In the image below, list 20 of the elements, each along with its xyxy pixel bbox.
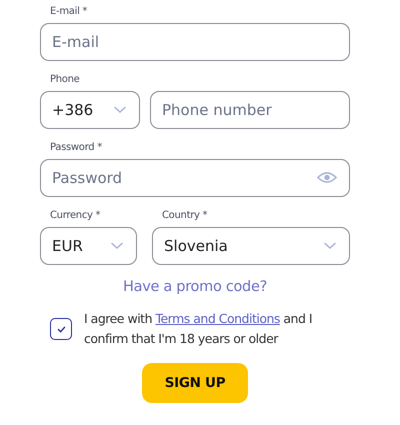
field-label: Currency * [50,209,102,223]
check-icon [56,326,66,332]
field-label: E-mail * [50,5,88,19]
field-label: Password * [50,141,103,155]
chevron-down-icon [114,106,126,114]
chevron-down-icon [324,242,336,250]
input-field[interactable]: E-mail [40,23,350,61]
agreement-text: I agree with Terms and Conditions and I confirm that I'm 18 years or older [84,310,314,348]
checkbox[interactable] [50,318,72,340]
input-field[interactable]: Phone number [150,91,350,129]
field-label: Country * [162,209,208,223]
dropdown[interactable]: +386 [40,91,140,129]
promo-code-link[interactable]: Have a promo code? [123,279,267,295]
dropdown[interactable]: EUR [40,227,137,265]
terms-link[interactable]: Terms and Conditions [155,311,280,326]
password-field[interactable]: Password [40,159,350,197]
field-label: Phone [50,73,80,87]
chevron-down-icon [111,242,123,250]
sign-up-button[interactable]: SIGN UP [142,363,248,403]
dropdown[interactable]: Slovenia [152,227,350,265]
